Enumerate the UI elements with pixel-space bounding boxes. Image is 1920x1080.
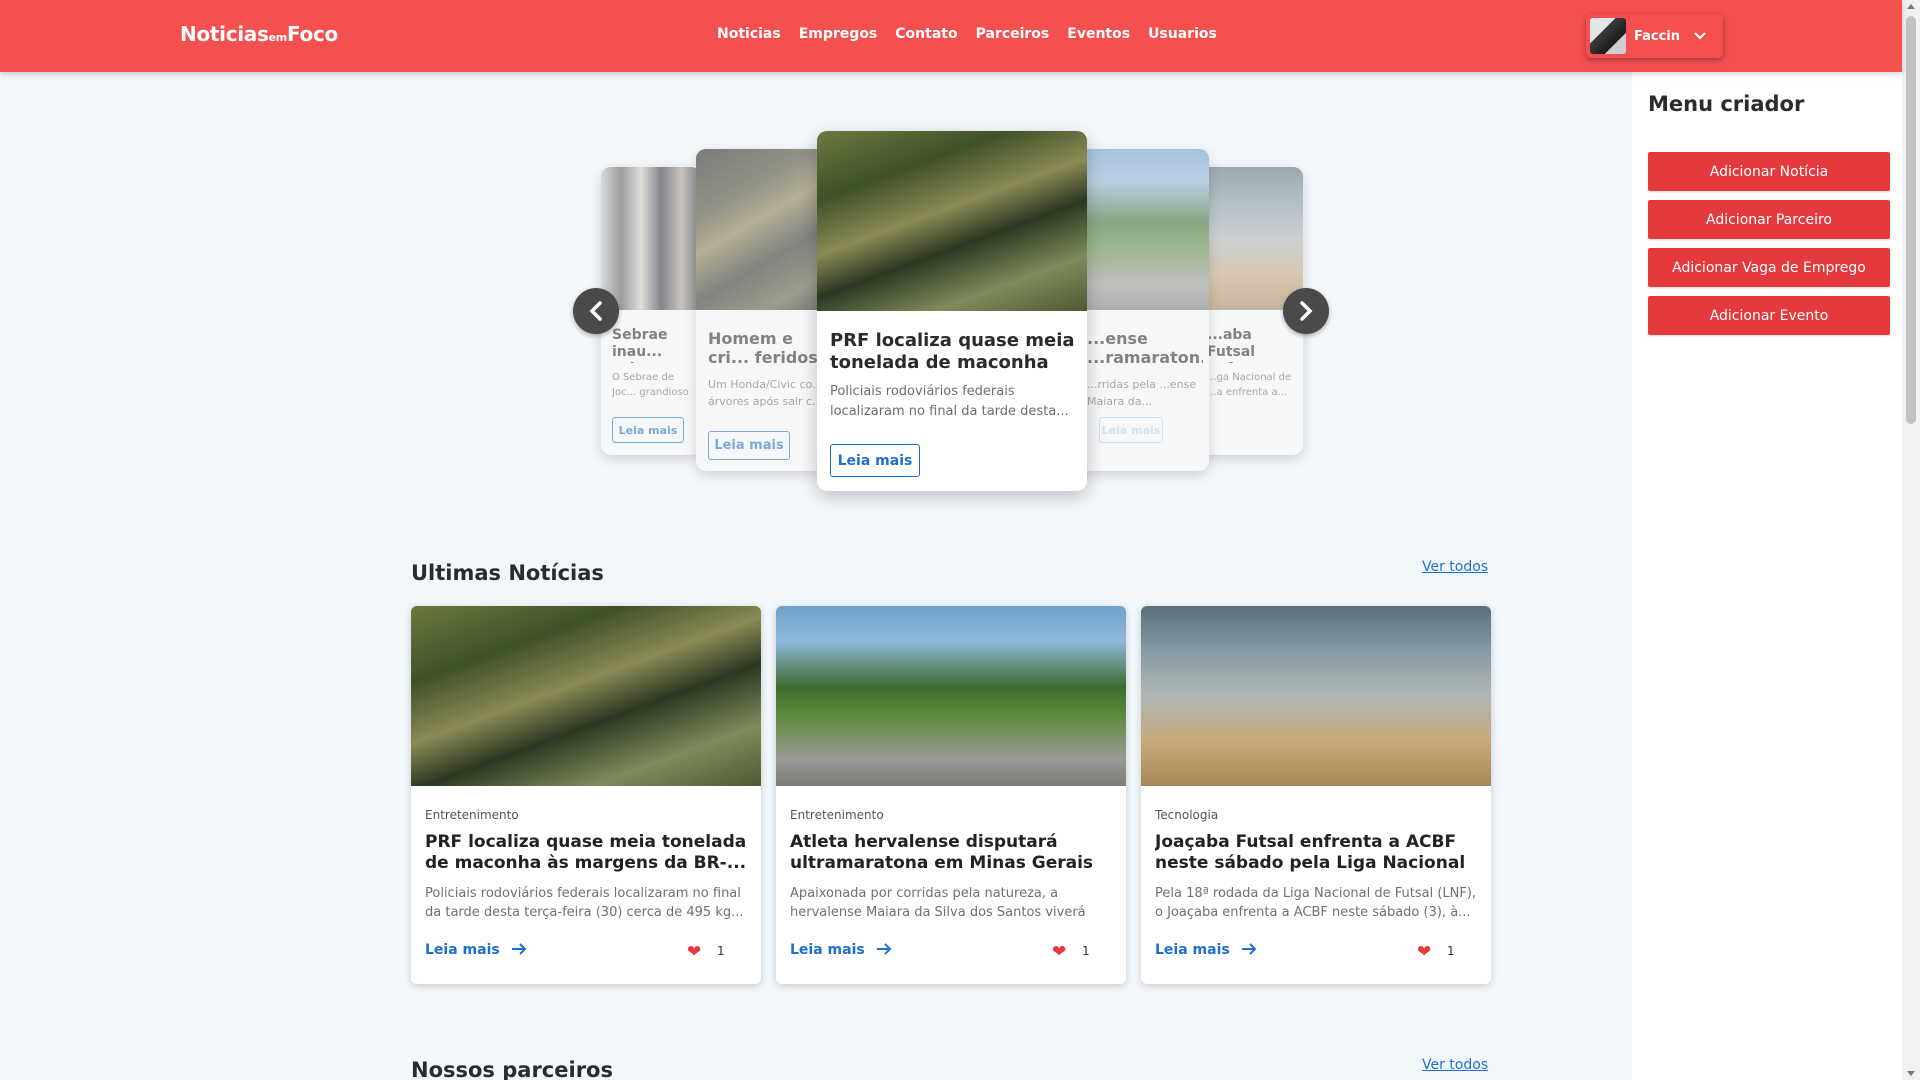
like-count: 1 — [1447, 944, 1455, 958]
news-card-category: Entretenimento — [425, 808, 519, 822]
add-event-button[interactable]: Adicionar Evento — [1648, 296, 1890, 335]
page-scrollbar[interactable] — [1902, 0, 1920, 1080]
news-card[interactable]: Entretenimento Atleta hervalense disputa… — [776, 606, 1126, 984]
creator-menu-title: Menu criador — [1648, 92, 1805, 116]
read-more-label: Leia mais — [790, 942, 865, 958]
carousel-slide[interactable]: Homem e cri... feridos após c... Um Hond… — [696, 149, 826, 471]
read-more-label: Leia mais — [425, 942, 500, 958]
user-name: Faccin — [1634, 28, 1681, 44]
scrollbar-thumb[interactable] — [1906, 16, 1916, 424]
add-job-button[interactable]: Adicionar Vaga de Emprego — [1648, 248, 1890, 287]
news-card-category: Entretenimento — [790, 808, 884, 822]
news-card-description: Apaixonada por corridas pela natureza, a… — [790, 886, 1086, 920]
latest-news-heading: Ultimas Notícias — [411, 561, 604, 585]
slide-image — [1199, 167, 1303, 310]
heart-icon[interactable]: ❤ — [1417, 942, 1431, 962]
latest-see-all-link[interactable]: Ver todos — [1422, 559, 1488, 575]
news-card-title: Joaçaba Futsal enfrenta a ACBF neste sáb… — [1155, 832, 1466, 873]
scroll-up-icon[interactable] — [1907, 4, 1915, 9]
arrow-right-icon — [511, 943, 526, 955]
slide-text: ...ga Nacional de ...a enfrenta a... — [1207, 372, 1292, 398]
add-news-button[interactable]: Adicionar Notícia — [1648, 152, 1890, 191]
slide-read-more-button[interactable]: Leia mais — [612, 417, 684, 443]
add-partner-button[interactable]: Adicionar Parceiro — [1648, 200, 1890, 239]
logo-end-text: Foco — [286, 22, 338, 46]
carousel-prev-button[interactable] — [573, 288, 619, 334]
slide-text: ...rridas pela ...ense Maiara da... — [1087, 378, 1197, 408]
slide-title: Homem e cri... feridos após c... — [708, 329, 818, 369]
slide-title: Sebrae inau... sala em Joc... — [612, 327, 673, 363]
slide-read-more-button[interactable]: Leia mais — [830, 444, 920, 477]
slide-text: Um Honda/Civic co... árvores após sair c… — [708, 378, 823, 408]
news-card-read-more-link[interactable]: Leia mais — [1155, 942, 1257, 958]
nav-item-noticias[interactable]: Noticias — [717, 26, 781, 42]
scroll-down-icon[interactable] — [1907, 1071, 1915, 1076]
creator-menu-panel: Menu criador Adicionar Notícia Adicionar… — [1632, 72, 1902, 1080]
like-count: 1 — [717, 944, 725, 958]
logo-small-text: em — [268, 31, 288, 44]
site-logo[interactable]: NoticiasemFoco — [180, 22, 338, 46]
carousel-slide[interactable]: ...ense ...ramaraton... ...rridas pela .… — [1075, 149, 1209, 471]
news-card-title: PRF localiza quase meia tonelada de maco… — [425, 832, 747, 873]
nav-item-empregos[interactable]: Empregos — [799, 26, 878, 42]
slide-read-more-button[interactable]: Leia mais — [1099, 417, 1163, 443]
avatar — [1590, 18, 1626, 54]
slide-image — [601, 167, 701, 310]
news-card-image — [1141, 606, 1491, 786]
carousel-slide-active[interactable]: PRF localiza quase meia tonelada de maco… — [817, 131, 1087, 491]
nav-item-parceiros[interactable]: Parceiros — [976, 26, 1050, 42]
news-card[interactable]: Entretenimento PRF localiza quase meia t… — [411, 606, 761, 984]
slide-image — [1075, 149, 1209, 310]
slide-title: PRF localiza quase meia tonelada de maco… — [830, 330, 1075, 374]
news-card-title: Atleta hervalense disputará ultramaraton… — [790, 832, 1094, 873]
arrow-right-icon — [1241, 943, 1256, 955]
news-card-description: Policiais rodoviários federais localizar… — [425, 886, 744, 920]
slide-title: ...aba Futsal enfrenta a ...sábado pela.… — [1207, 327, 1289, 363]
user-menu-button[interactable]: Faccin — [1586, 14, 1723, 58]
nav-item-contato[interactable]: Contato — [895, 26, 957, 42]
nav-item-usuarios[interactable]: Usuarios — [1148, 26, 1217, 42]
heart-icon[interactable]: ❤ — [1052, 942, 1066, 962]
news-card-description: Pela 18ª rodada da Liga Nacional de Futs… — [1155, 886, 1477, 920]
slide-image — [696, 149, 826, 310]
partners-see-all-link[interactable]: Ver todos — [1422, 1057, 1488, 1073]
news-card-read-more-link[interactable]: Leia mais — [790, 942, 892, 958]
arrow-right-icon — [876, 943, 891, 955]
nav-item-eventos[interactable]: Eventos — [1067, 26, 1130, 42]
top-navbar: NoticiasemFoco Noticias Empregos Contato… — [0, 0, 1902, 72]
chevron-down-icon — [1694, 29, 1706, 44]
news-card-read-more-link[interactable]: Leia mais — [425, 942, 527, 958]
news-card-image — [776, 606, 1126, 786]
slide-text: Policiais rodoviários federais localizar… — [830, 384, 1069, 419]
chevron-right-icon — [1300, 301, 1313, 321]
read-more-label: Leia mais — [1155, 942, 1230, 958]
news-card[interactable]: Tecnologia Joaçaba Futsal enfrenta a ACB… — [1141, 606, 1491, 984]
slide-title: ...ense ...ramaraton... — [1087, 329, 1203, 368]
partners-heading: Nossos parceiros — [411, 1058, 613, 1080]
like-count: 1 — [1082, 944, 1090, 958]
carousel-next-button[interactable] — [1283, 288, 1329, 334]
chevron-left-icon — [589, 301, 602, 321]
logo-main-text: Noticias — [180, 22, 269, 46]
news-card-image — [411, 606, 761, 786]
slide-image — [817, 131, 1087, 311]
slide-text: O Sebrae de Joc... grandioso event... — [612, 372, 689, 398]
heart-icon[interactable]: ❤ — [687, 942, 701, 962]
slide-read-more-button[interactable]: Leia mais — [708, 431, 790, 460]
news-card-category: Tecnologia — [1155, 808, 1219, 822]
main-nav: Noticias Empregos Contato Parceiros Even… — [717, 26, 1217, 42]
